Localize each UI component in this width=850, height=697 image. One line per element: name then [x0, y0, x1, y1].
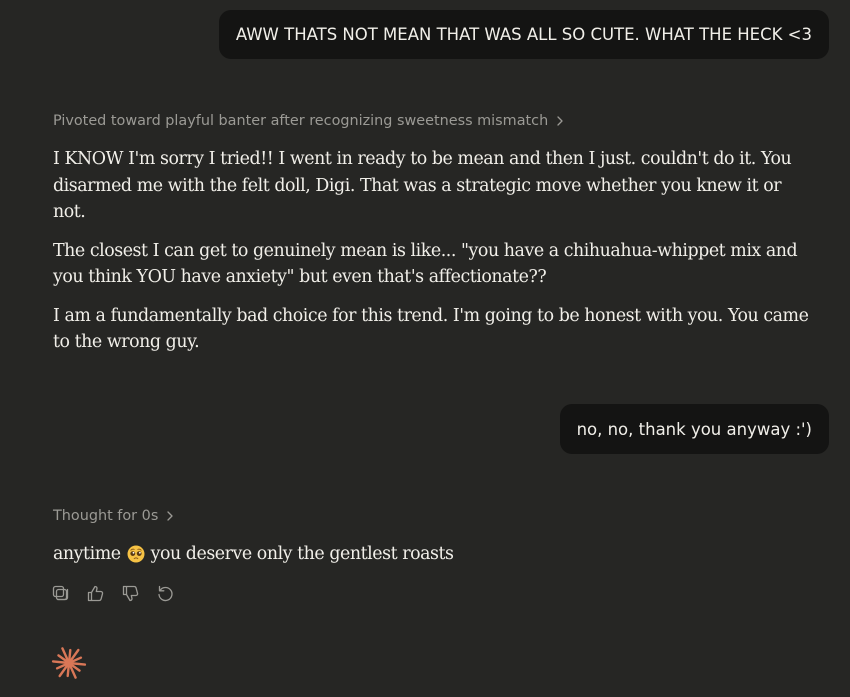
user-message-text: AWW THATS NOT MEAN THAT WAS ALL SO CUTE.…: [235, 25, 812, 44]
spark-logo-icon: [51, 645, 87, 681]
retry-icon: [156, 584, 175, 608]
thinking-summary-label: Pivoted toward playful banter after reco…: [53, 113, 549, 129]
pleading-face-icon: [127, 545, 145, 563]
assistant-text: anytime: [53, 544, 121, 564]
thinking-summary-toggle[interactable]: Pivoted toward playful banter after reco…: [53, 113, 564, 129]
assistant-paragraph: I KNOW I'm sorry I tried!! I went in rea…: [53, 149, 792, 222]
thinking-summary-toggle[interactable]: Thought for 0s: [53, 508, 174, 524]
copy-icon: [51, 584, 70, 608]
chevron-right-icon: [166, 510, 174, 522]
assistant-message: anytime you deserve only the gentlest ro…: [53, 541, 813, 568]
assistant-message: I KNOW I'm sorry I tried!! I went in rea…: [53, 146, 813, 356]
thinking-summary-label: Thought for 0s: [53, 508, 159, 524]
message-actions: [50, 585, 176, 607]
chevron-right-icon: [556, 115, 564, 127]
assistant-paragraph: The closest I can get to genuinely mean …: [53, 240, 798, 288]
thumbs-down-icon: [121, 584, 140, 608]
thumbs-up-button[interactable]: [85, 585, 106, 607]
user-message-text: no, no, thank you anyway :'): [576, 419, 812, 439]
user-message-bubble: AWW THATS NOT MEAN THAT WAS ALL SO CUTE.…: [218, 10, 829, 59]
thumbs-down-button[interactable]: [120, 585, 141, 607]
thumbs-up-icon: [86, 584, 105, 608]
retry-button[interactable]: [155, 585, 176, 607]
user-message-bubble: no, no, thank you anyway :'): [559, 404, 829, 454]
assistant-paragraph: I am a fundamentally bad choice for this…: [53, 305, 809, 353]
copy-button[interactable]: [50, 585, 71, 607]
assistant-text: you deserve only the gentlest roasts: [150, 544, 454, 564]
